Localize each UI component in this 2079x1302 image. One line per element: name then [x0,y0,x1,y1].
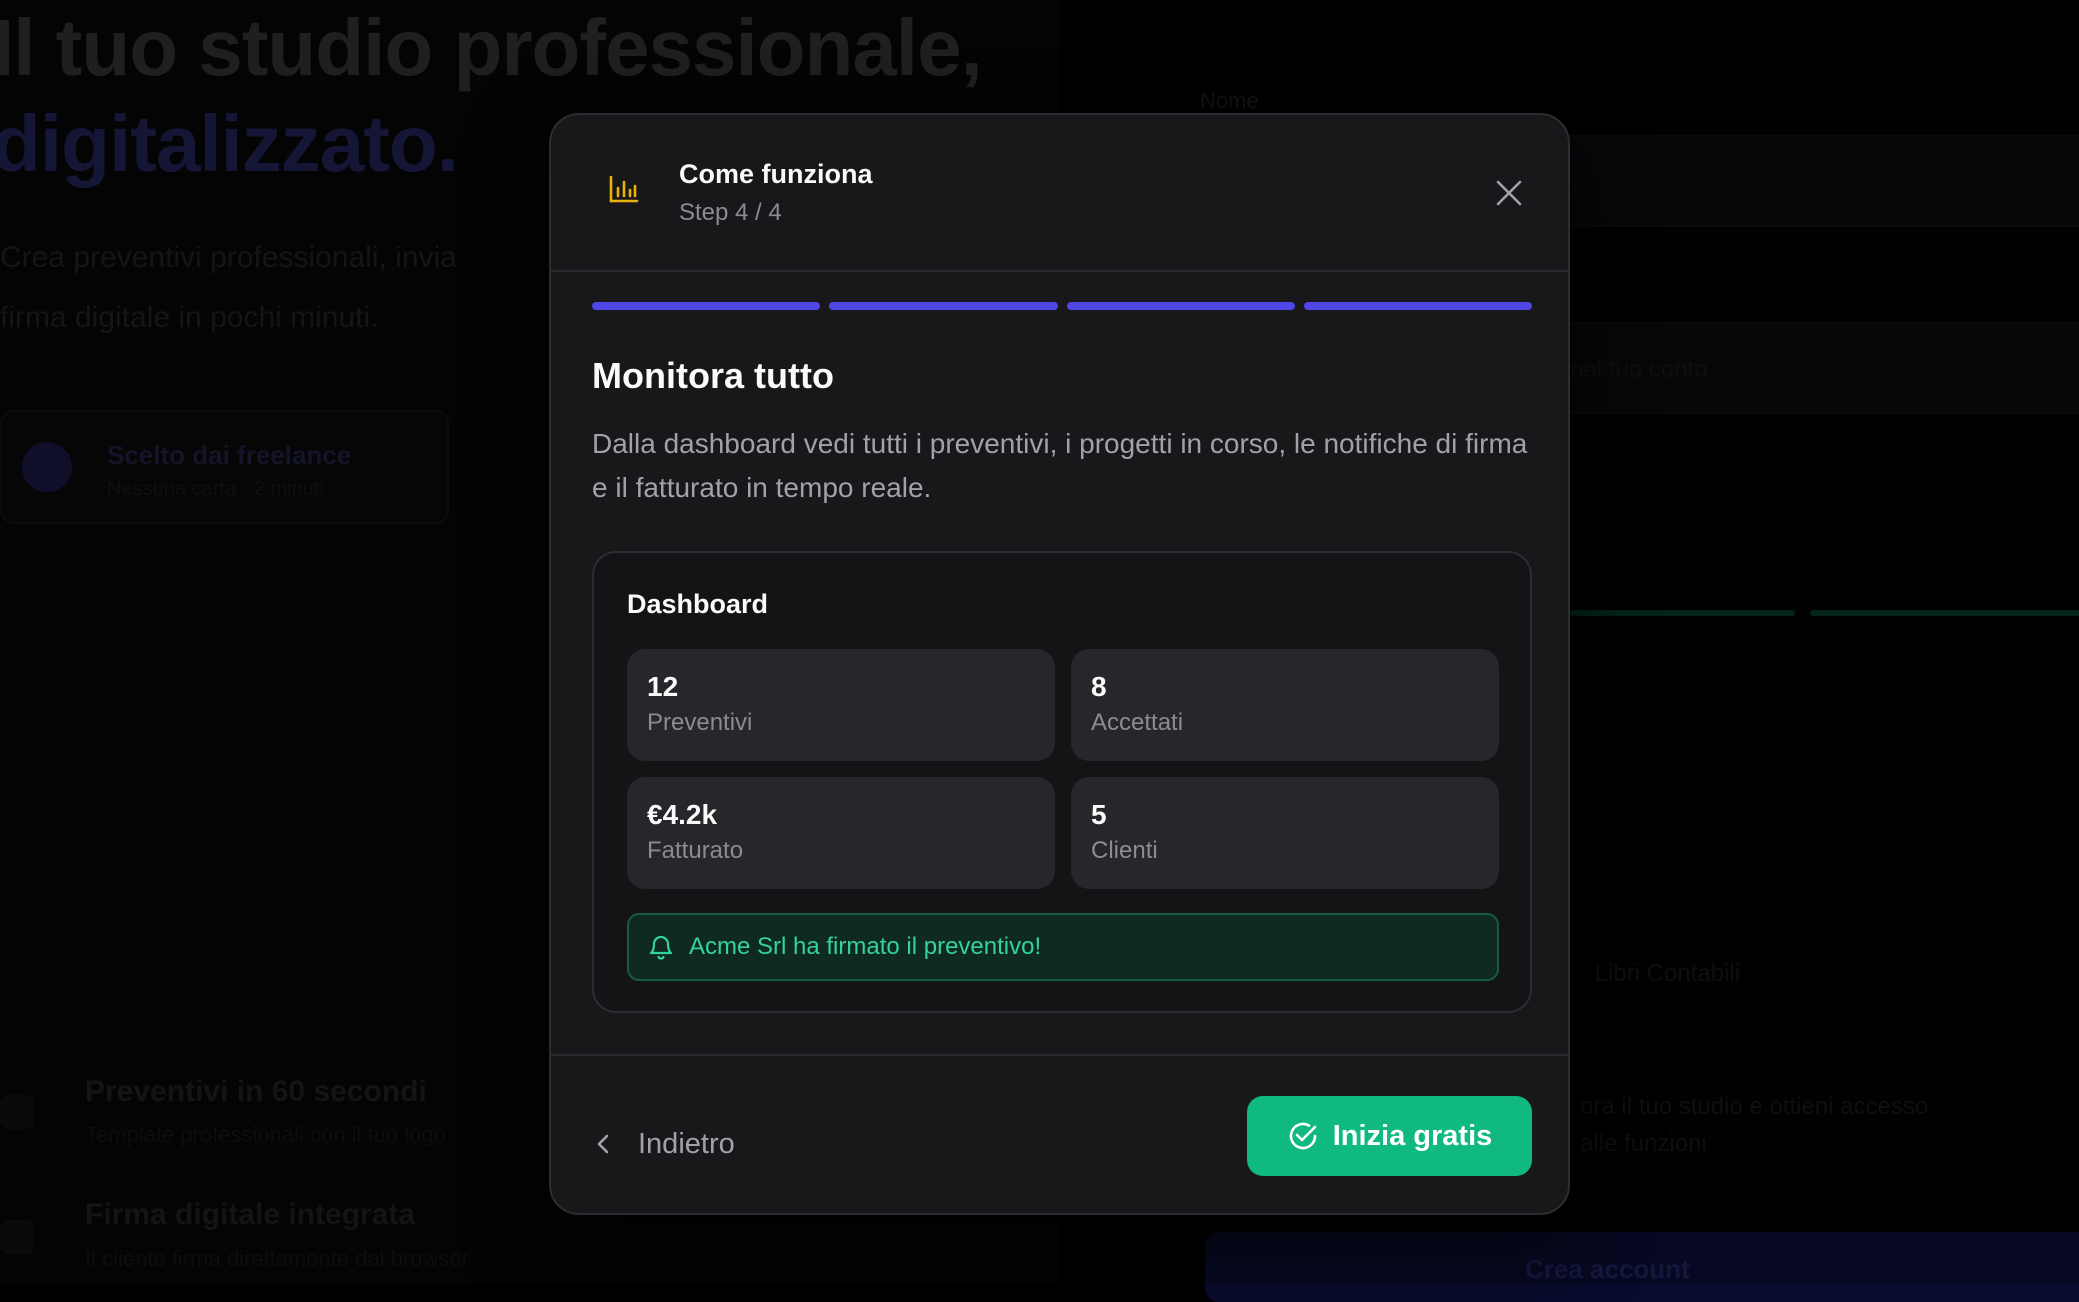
progress-segment [1303,302,1532,310]
stat-label: Fatturato [647,837,744,864]
back-button[interactable]: Indietro [592,1119,735,1169]
stat-value: 12 [647,671,679,702]
dashboard-title: Dashboard [627,589,769,619]
stat-label: Accettati [1091,709,1184,736]
back-button-label: Indietro [638,1127,735,1160]
step-heading: Monitora tutto [592,355,834,396]
modal-title: Come funziona [679,159,873,189]
step-description: Dalla dashboard vedi tutti i preventivi,… [592,428,1528,503]
progress-segment [592,302,821,310]
modal-header: Come funziona Step 4 / 4 [551,115,1568,272]
footer-divider [551,1054,1568,1056]
start-free-label: Inizia gratis [1332,1119,1493,1152]
bell-icon [649,935,673,960]
chevron-left-icon [597,1134,609,1154]
signature-notification: Acme Srl ha firmato il preventivo! [627,913,1499,981]
stat-label: Clienti [1091,837,1158,864]
progress-segment [1066,302,1295,310]
stat-card-preventivi: 12 Preventivi [627,649,1055,761]
step-indicator: Step 4 / 4 [679,199,782,226]
bar-chart-icon [609,175,639,203]
stat-label: Preventivi [647,709,753,736]
check-circle-icon [1289,1122,1317,1150]
stat-card-clienti: 5 Clienti [1071,777,1499,889]
stat-value: 5 [1091,799,1107,830]
step-progress-bar [592,302,1532,310]
onboarding-modal: Come funziona Step 4 / 4 Monitora tutto … [549,113,1570,1215]
start-free-button[interactable]: Inizia gratis [1247,1096,1532,1176]
close-icon[interactable] [1493,177,1525,209]
stat-value: 8 [1091,671,1107,702]
stat-card-fatturato: €4.2k Fatturato [627,777,1055,889]
dashboard-preview: Dashboard 12 Preventivi 8 Accettati €4.2… [592,551,1532,1013]
stat-value: €4.2k [647,799,718,830]
notification-text: Acme Srl ha firmato il preventivo! [689,933,1042,960]
progress-segment [829,302,1058,310]
stat-card-accettati: 8 Accettati [1071,649,1499,761]
